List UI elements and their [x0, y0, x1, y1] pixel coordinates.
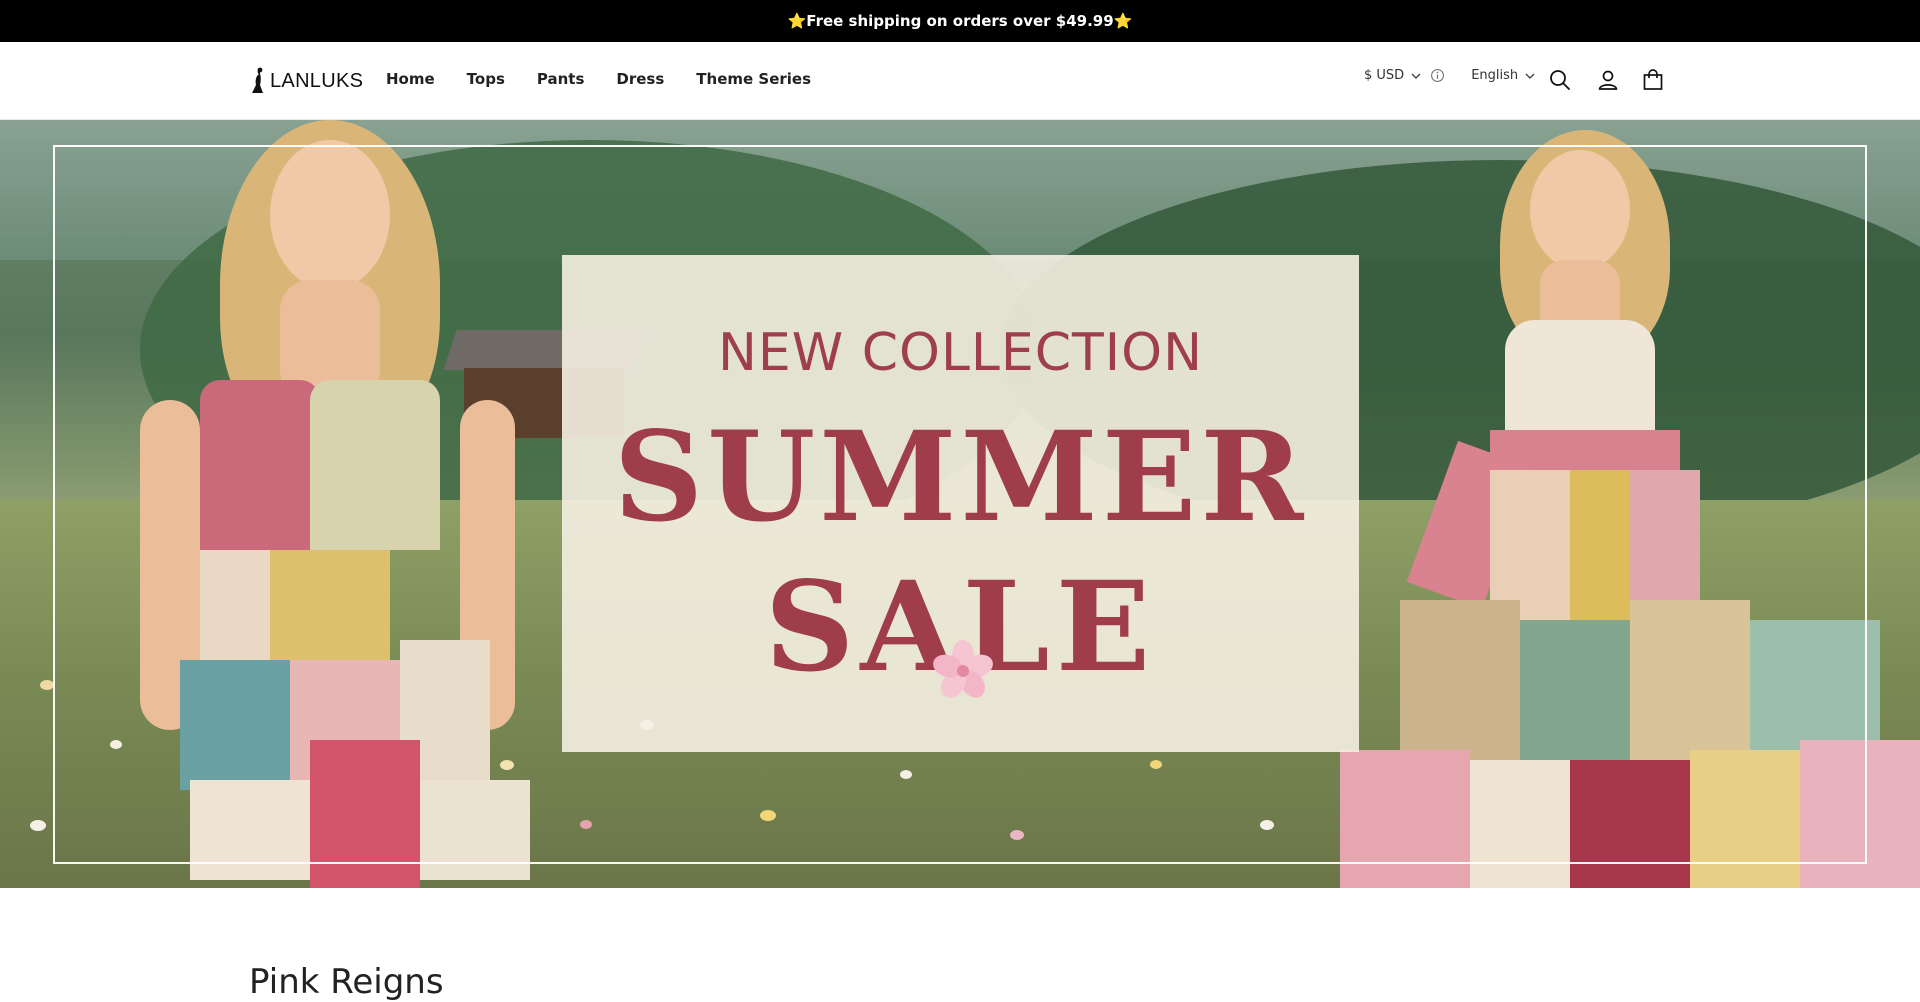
chevron-down-icon	[1525, 73, 1535, 79]
info-icon[interactable]	[1430, 68, 1445, 83]
cherry-blossom-icon	[933, 640, 993, 698]
chevron-down-icon	[1411, 73, 1421, 79]
logo-mark-icon	[252, 67, 263, 93]
currency-selector[interactable]: $ USD	[1364, 68, 1445, 83]
nav-home[interactable]: Home	[386, 70, 435, 88]
hero-headline-line1: SUMMER	[613, 405, 1308, 550]
search-button[interactable]	[1547, 67, 1573, 93]
nav-tops[interactable]: Tops	[467, 70, 505, 88]
site-header: LANLUKS Home Tops Pants Dress Theme Seri…	[0, 42, 1920, 120]
nav-dress[interactable]: Dress	[616, 70, 664, 88]
hero-text-panel: NEW COLLECTION SUMMER SALE	[562, 255, 1359, 752]
main-nav: Home Tops Pants Dress Theme Series	[386, 70, 843, 88]
section-title: Pink Reigns	[249, 962, 444, 1002]
cart-icon	[1643, 69, 1663, 90]
language-label: English	[1471, 68, 1519, 83]
account-button[interactable]	[1595, 67, 1621, 93]
logo-text: LANLUKS	[270, 69, 364, 92]
nav-pants[interactable]: Pants	[537, 70, 585, 88]
header-utilities: $ USD English	[1364, 68, 1536, 83]
hero-banner[interactable]: NEW COLLECTION SUMMER SALE	[0, 120, 1920, 888]
search-icon	[1550, 70, 1570, 90]
hero-subtitle: NEW COLLECTION	[718, 323, 1203, 383]
currency-label: $ USD	[1364, 68, 1405, 83]
cart-button[interactable]	[1640, 67, 1666, 93]
nav-theme-series[interactable]: Theme Series	[696, 70, 811, 88]
account-icon	[1598, 70, 1618, 90]
announcement-bar: ⭐Free shipping on orders over $49.99⭐	[0, 0, 1920, 42]
logo[interactable]: LANLUKS	[248, 64, 363, 98]
language-selector[interactable]: English	[1471, 68, 1536, 83]
announcement-text: ⭐Free shipping on orders over $49.99⭐	[787, 12, 1133, 30]
